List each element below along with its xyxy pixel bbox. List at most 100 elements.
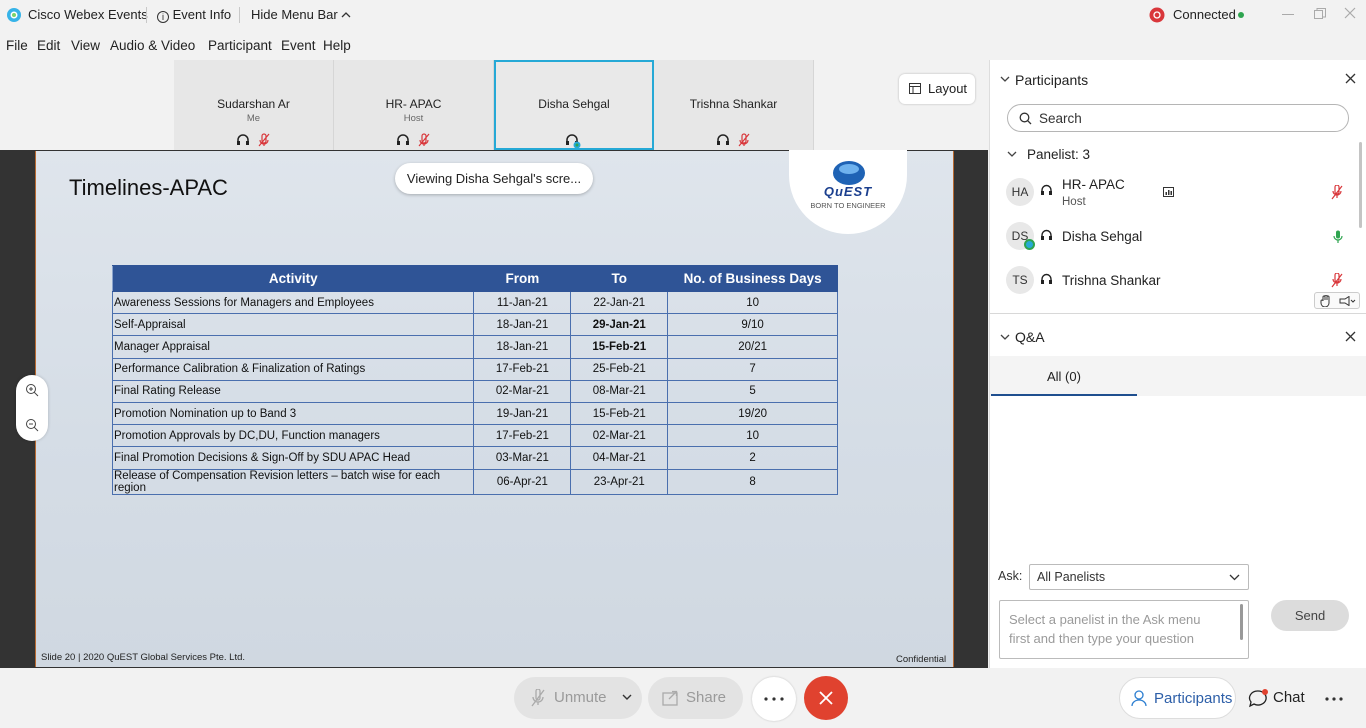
cell-to: 15-Feb-21 xyxy=(570,335,669,359)
slide-title: Timelines-APAC xyxy=(69,175,228,200)
participant-row-trishna[interactable]: TS Trishna Shankar xyxy=(990,259,1360,303)
question-input[interactable]: Select a panelist in the Ask menu first … xyxy=(999,600,1249,659)
presenter-badge-icon xyxy=(1024,239,1035,250)
mic-muted-icon[interactable] xyxy=(1331,273,1343,288)
menu-participant[interactable]: Participant xyxy=(208,38,272,53)
header-from: From xyxy=(473,265,572,292)
table-row: Release of Compensation Revision letters… xyxy=(111,468,838,495)
cell-from: 18-Jan-21 xyxy=(473,313,572,337)
cell-days: 2 xyxy=(667,446,838,470)
meeting-controls-bar: Unmute Share Participants Chat xyxy=(0,668,1366,728)
logo-text: QuEST xyxy=(823,184,873,199)
audio-status-icons xyxy=(716,133,749,147)
collapse-participants-icon[interactable] xyxy=(1000,76,1010,83)
video-tile-trishna[interactable]: Trishna Shankar xyxy=(654,60,814,150)
participant-name: HR- APAC xyxy=(1062,177,1125,192)
tile-name: Trishna Shankar xyxy=(689,97,778,111)
raise-hand-controls[interactable] xyxy=(1314,292,1360,309)
qa-tab-all[interactable]: All (0) xyxy=(991,356,1137,396)
close-participants-icon[interactable] xyxy=(1345,73,1356,84)
close-qa-icon[interactable] xyxy=(1345,331,1356,342)
menu-help[interactable]: Help xyxy=(323,38,351,53)
question-scrollbar[interactable] xyxy=(1240,604,1243,640)
connection-status: Connected xyxy=(1173,7,1236,22)
chat-panel-button[interactable]: Chat xyxy=(1244,689,1314,709)
table-row: Final Promotion Decisions & Sign-Off by … xyxy=(111,446,838,470)
menu-audio-video[interactable]: Audio & Video xyxy=(110,38,195,53)
video-tile-disha-active[interactable]: Disha Sehgal xyxy=(494,60,654,150)
ask-panelist-select[interactable]: All Panelists xyxy=(1029,564,1249,590)
search-placeholder: Search xyxy=(1039,111,1082,126)
cell-to: 04-Mar-21 xyxy=(570,446,669,470)
participant-name: Disha Sehgal xyxy=(1062,229,1143,244)
cell-from: 19-Jan-21 xyxy=(473,401,572,426)
cell-to: 25-Feb-21 xyxy=(570,357,669,381)
slide-footer-left: Slide 20 | 2020 QuEST Global Services Pt… xyxy=(41,652,246,663)
more-options-button[interactable] xyxy=(752,677,796,721)
table-row: Final Rating Release 02-Mar-21 08-Mar-21 5 xyxy=(111,379,838,403)
mic-active-icon[interactable] xyxy=(1333,230,1343,244)
lower-hand-icon[interactable] xyxy=(1339,296,1357,306)
event-info-button[interactable]: i Event Info xyxy=(157,7,231,23)
collapse-panelists-icon[interactable] xyxy=(1007,151,1017,158)
question-placeholder: Select a panelist in the Ask menu first … xyxy=(1009,612,1201,646)
restore-icon[interactable] xyxy=(1314,8,1326,20)
event-info-label: Event Info xyxy=(172,7,232,22)
collapse-qa-icon[interactable] xyxy=(1000,334,1010,341)
zoom-in-icon[interactable] xyxy=(25,383,39,397)
minimize-icon[interactable] xyxy=(1282,14,1294,15)
chevron-down-icon[interactable] xyxy=(622,694,632,701)
more-panels-icon[interactable] xyxy=(1325,697,1343,701)
search-icon xyxy=(1019,112,1032,125)
participant-row-disha[interactable]: DS Disha Sehgal xyxy=(990,215,1360,259)
participant-search-input[interactable]: Search xyxy=(1007,104,1349,132)
participants-scrollbar[interactable] xyxy=(1359,142,1362,228)
header-to: To xyxy=(570,265,669,292)
headset-icon xyxy=(1040,229,1053,241)
tile-role: Host xyxy=(403,113,424,124)
participant-row-hr-apac[interactable]: HA HR- APAC Host xyxy=(990,171,1360,215)
chevron-up-icon xyxy=(341,11,351,18)
end-call-button[interactable] xyxy=(804,676,848,720)
menu-event[interactable]: Event xyxy=(281,38,316,53)
cell-days: 19/20 xyxy=(667,401,838,426)
mic-muted-icon[interactable] xyxy=(1331,185,1343,200)
menu-file[interactable]: File xyxy=(6,38,28,53)
layout-label: Layout xyxy=(928,81,968,96)
right-panel: Participants Search Panelist: 3 HA HR- A… xyxy=(989,60,1366,668)
qa-panel-title: Q&A xyxy=(1015,329,1045,345)
tile-name: Sudarshan Ar xyxy=(217,97,290,111)
person-icon xyxy=(1131,690,1147,707)
cell-days: 7 xyxy=(667,357,838,381)
cell-from: 11-Jan-21 xyxy=(473,290,572,315)
menu-view[interactable]: View xyxy=(71,38,100,53)
hide-menu-bar-button[interactable]: Hide Menu Bar xyxy=(251,7,351,22)
hide-menu-bar-label: Hide Menu Bar xyxy=(251,7,338,22)
tile-role: Me xyxy=(246,113,261,124)
video-tile-sudarshan[interactable]: Sudarshan Ar Me xyxy=(174,60,334,150)
table-header-row: Activity From To No. of Business Days xyxy=(111,265,838,292)
zoom-out-icon[interactable] xyxy=(25,418,39,432)
unmute-button[interactable]: Unmute xyxy=(514,677,642,719)
participants-label: Participants xyxy=(1154,690,1233,707)
cell-activity: Manager Appraisal xyxy=(111,335,475,359)
send-question-button[interactable]: Send xyxy=(1271,600,1349,631)
headset-sharing-icon xyxy=(566,134,581,149)
video-tile-hr-apac[interactable]: HR- APAC Host xyxy=(334,60,494,150)
cell-days: 5 xyxy=(667,379,838,403)
slide-footer-right: Confidential xyxy=(896,654,947,665)
cell-from: 02-Mar-21 xyxy=(473,379,572,403)
participants-panel-button[interactable]: Participants xyxy=(1119,677,1236,719)
table-row: Self-Appraisal 18-Jan-21 29-Jan-21 9/10 xyxy=(111,313,838,337)
share-button[interactable]: Share xyxy=(648,677,743,719)
close-window-icon[interactable] xyxy=(1344,7,1356,19)
menu-edit[interactable]: Edit xyxy=(37,38,60,53)
cell-from: 17-Feb-21 xyxy=(473,357,572,381)
cell-activity: Final Promotion Decisions & Sign-Off by … xyxy=(111,446,475,470)
panel-divider xyxy=(990,313,1366,314)
cell-to: 29-Jan-21 xyxy=(570,313,669,337)
layout-button[interactable]: Layout xyxy=(899,74,975,104)
raise-hand-icon[interactable] xyxy=(1320,295,1331,307)
cell-activity: Performance Calibration & Finalization o… xyxy=(111,357,475,381)
cell-days: 10 xyxy=(667,424,838,448)
